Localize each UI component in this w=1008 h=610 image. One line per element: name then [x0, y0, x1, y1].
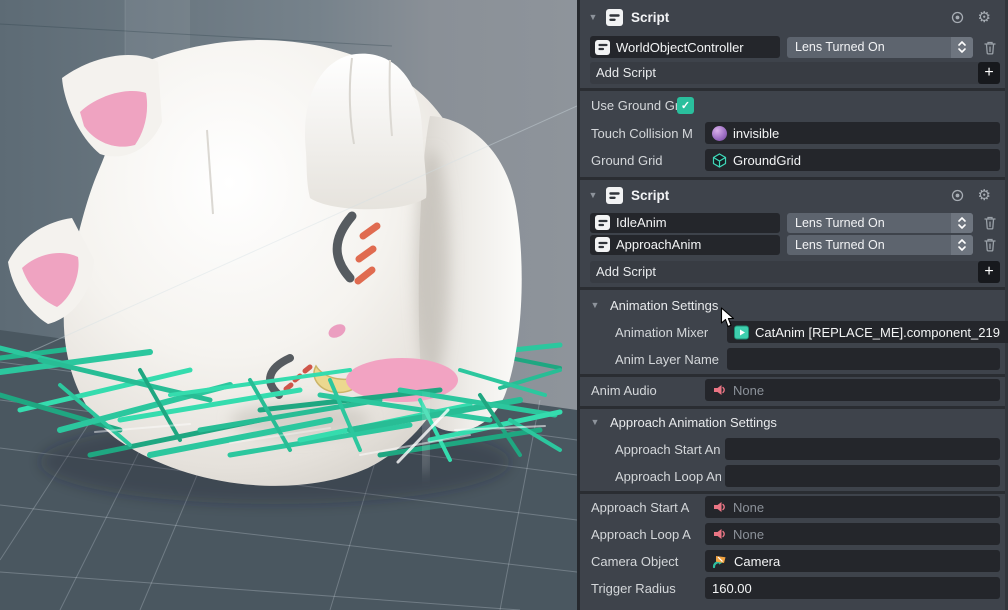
approach-start-audio-value: None: [733, 500, 764, 515]
approach-start-audio-field[interactable]: None: [705, 496, 1000, 518]
collapse-arrow-icon[interactable]: ▼: [588, 417, 602, 427]
use-ground-grid-checkbox[interactable]: ✓: [677, 97, 694, 114]
animation-mixer-field[interactable]: CatAnim [REPLACE_ME].component_219: [727, 321, 1008, 343]
event-dropdown[interactable]: Lens Turned On: [787, 235, 973, 255]
event-dropdown[interactable]: Lens Turned On: [787, 37, 973, 58]
script2-header[interactable]: ▼ Script ⚙: [580, 183, 1005, 207]
event-value: Lens Turned On: [787, 238, 951, 252]
camera-object-field[interactable]: Camera: [705, 550, 1000, 572]
script-icon: [595, 237, 610, 252]
gear-icon[interactable]: ⚙: [978, 10, 991, 25]
anim-audio-label: Anim Audio: [591, 383, 703, 398]
ground-grid-label: Ground Grid: [591, 153, 703, 168]
trash-icon[interactable]: [981, 215, 999, 230]
approach-start-anim-input[interactable]: [725, 438, 1000, 460]
script-name: WorldObjectController: [616, 40, 744, 55]
add-script-button[interactable]: Add Script +: [590, 261, 1000, 283]
script-name: ApproachAnim: [616, 237, 701, 252]
component-title: Script: [631, 188, 669, 203]
scene-canvas: [0, 0, 577, 610]
trash-icon[interactable]: [981, 237, 999, 252]
animation-mixer-label: Animation Mixer: [615, 325, 723, 340]
approach-loop-anim-input[interactable]: [725, 465, 1000, 487]
script-entry-row: WorldObjectController Lens Turned On: [580, 35, 1005, 59]
material-sphere-icon: [712, 126, 727, 141]
animation-settings-header[interactable]: ▼ Animation Settings: [580, 293, 1005, 317]
collapse-arrow-icon[interactable]: ▼: [588, 300, 602, 310]
ground-grid-value: GroundGrid: [733, 153, 801, 168]
add-script-label: Add Script: [596, 65, 656, 80]
stepper-icon[interactable]: [951, 235, 973, 255]
mesh-cube-icon: [712, 153, 727, 168]
audio-speaker-icon: [712, 527, 727, 541]
plus-icon[interactable]: +: [978, 62, 1000, 84]
approach-loop-audio-label: Approach Loop A: [591, 527, 703, 542]
group-title: Animation Settings: [610, 298, 718, 313]
animation-mixer-value: CatAnim [REPLACE_ME].component_219: [755, 325, 1000, 340]
touch-collision-label: Touch Collision M: [591, 126, 703, 141]
script1-header[interactable]: ▼ Script ⚙: [580, 5, 1005, 29]
scene-viewport[interactable]: [0, 0, 577, 610]
trigger-radius-input[interactable]: 160.00: [705, 577, 1000, 599]
add-script-label: Add Script: [596, 264, 656, 279]
script-name-field[interactable]: IdleAnim: [590, 213, 780, 233]
plus-icon[interactable]: +: [978, 261, 1000, 283]
script-entry-row: ApproachAnim Lens Turned On: [580, 234, 1005, 255]
event-dropdown[interactable]: Lens Turned On: [787, 213, 973, 233]
approach-loop-audio-value: None: [733, 527, 764, 542]
collapse-arrow-icon[interactable]: ▼: [586, 12, 600, 22]
inspector-panel: ▼ Script ⚙ WorldObjectController Lens Tu…: [577, 0, 1008, 610]
trigger-radius-value: 160.00: [712, 581, 752, 596]
enable-toggle-icon[interactable]: [951, 11, 964, 24]
approach-start-anim-label: Approach Start An: [615, 442, 721, 457]
script-entry-row: IdleAnim Lens Turned On: [580, 212, 1005, 233]
camera-object-value: Camera: [734, 554, 780, 569]
script-name-field[interactable]: WorldObjectController: [590, 36, 780, 58]
approach-start-audio-label: Approach Start A: [591, 500, 703, 515]
stepper-icon[interactable]: [951, 37, 973, 58]
animation-icon: [734, 325, 749, 340]
approach-loop-anim-label: Approach Loop An: [615, 469, 721, 484]
add-script-button[interactable]: Add Script +: [590, 62, 1000, 84]
collapse-arrow-icon[interactable]: ▼: [586, 190, 600, 200]
trash-icon[interactable]: [981, 40, 999, 55]
script-icon: [595, 215, 610, 230]
script-icon: [595, 40, 610, 55]
script-name-field[interactable]: ApproachAnim: [590, 235, 780, 255]
group-title: Approach Animation Settings: [610, 415, 777, 430]
anim-layer-name-input[interactable]: [727, 348, 1000, 370]
stepper-icon[interactable]: [951, 213, 973, 233]
approach-loop-audio-field[interactable]: None: [705, 523, 1000, 545]
trigger-radius-label: Trigger Radius: [591, 581, 703, 596]
event-value: Lens Turned On: [787, 40, 951, 54]
enable-toggle-icon[interactable]: [951, 189, 964, 202]
ground-grid-field[interactable]: GroundGrid: [705, 149, 1000, 171]
audio-speaker-icon: [712, 500, 727, 514]
anim-layer-name-label: Anim Layer Name: [615, 352, 723, 367]
event-value: Lens Turned On: [787, 216, 951, 230]
touch-collision-value: invisible: [733, 126, 779, 141]
component-title: Script: [631, 10, 669, 25]
script-icon: [606, 9, 623, 26]
approach-animation-settings-header[interactable]: ▼ Approach Animation Settings: [580, 410, 1005, 434]
touch-collision-field[interactable]: invisible: [705, 122, 1000, 144]
script-name: IdleAnim: [616, 215, 667, 230]
audio-speaker-icon: [712, 383, 727, 397]
camera-object-label: Camera Object: [591, 554, 703, 569]
anim-audio-field[interactable]: None: [705, 379, 1000, 401]
gear-icon[interactable]: ⚙: [978, 188, 991, 203]
camera-icon: [712, 554, 728, 569]
script-icon: [606, 187, 623, 204]
anim-audio-value: None: [733, 383, 764, 398]
